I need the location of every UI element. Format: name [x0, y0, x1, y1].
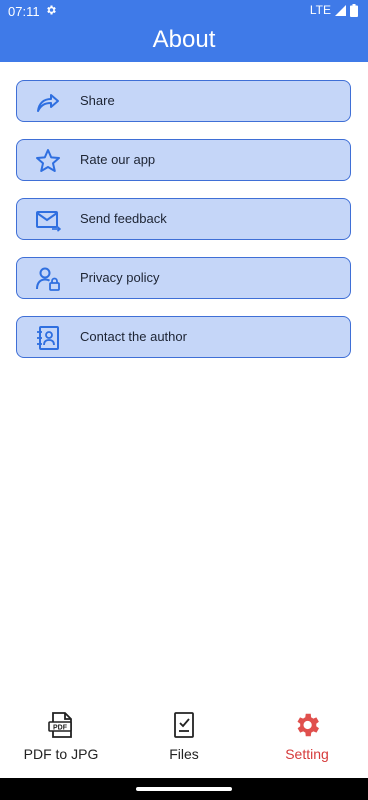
gesture-bar [0, 778, 368, 800]
tab-label-pdf-to-jpg: PDF to JPG [23, 746, 99, 762]
pdf-icon: PDF [48, 712, 72, 738]
about-menu: Share Rate our app Send feedback Privacy… [16, 80, 351, 375]
tab-label-files: Files [169, 746, 199, 762]
menu-label-rate: Rate our app [80, 152, 156, 167]
tab-label-setting: Setting [285, 746, 329, 762]
gear-icon [297, 713, 319, 737]
home-gesture-handle[interactable] [136, 787, 232, 791]
page-title: About [152, 26, 216, 53]
menu-label-feedback: Send feedback [80, 211, 167, 226]
menu-item-share[interactable]: Share [16, 80, 351, 122]
status-time: 07:11 [8, 4, 40, 19]
battery-icon [350, 3, 358, 17]
menu-item-feedback[interactable]: Send feedback [16, 198, 351, 240]
bottom-navigation: PDF PDF to JPG Files Setting [0, 700, 368, 778]
menu-item-rate[interactable]: Rate our app [16, 139, 351, 181]
mail-icon [36, 211, 61, 232]
menu-item-contact[interactable]: Contact the author [16, 316, 351, 358]
user-lock-icon [36, 267, 60, 291]
network-type: LTE [309, 3, 331, 17]
app-header: 07:11 LTE About [0, 0, 368, 62]
checklist-file-icon [174, 712, 194, 738]
settings-status-icon [47, 5, 56, 15]
status-bar: 07:11 LTE [0, 0, 368, 22]
tab-setting[interactable]: Setting [247, 708, 367, 768]
about-screen: 07:11 LTE About Share Rate our app Send … [0, 0, 368, 800]
star-icon [36, 149, 60, 172]
svg-text:PDF: PDF [53, 724, 68, 731]
menu-item-privacy[interactable]: Privacy policy [16, 257, 351, 299]
menu-label-share: Share [80, 93, 115, 108]
tab-pdf-to-jpg[interactable]: PDF PDF to JPG [1, 708, 121, 768]
tab-files[interactable]: Files [124, 708, 244, 768]
signal-icon [335, 4, 346, 16]
share-icon [37, 94, 59, 112]
contact-book-icon [37, 326, 59, 350]
menu-label-contact: Contact the author [80, 329, 187, 344]
status-indicators: LTE [310, 3, 358, 17]
menu-label-privacy: Privacy policy [80, 270, 160, 285]
